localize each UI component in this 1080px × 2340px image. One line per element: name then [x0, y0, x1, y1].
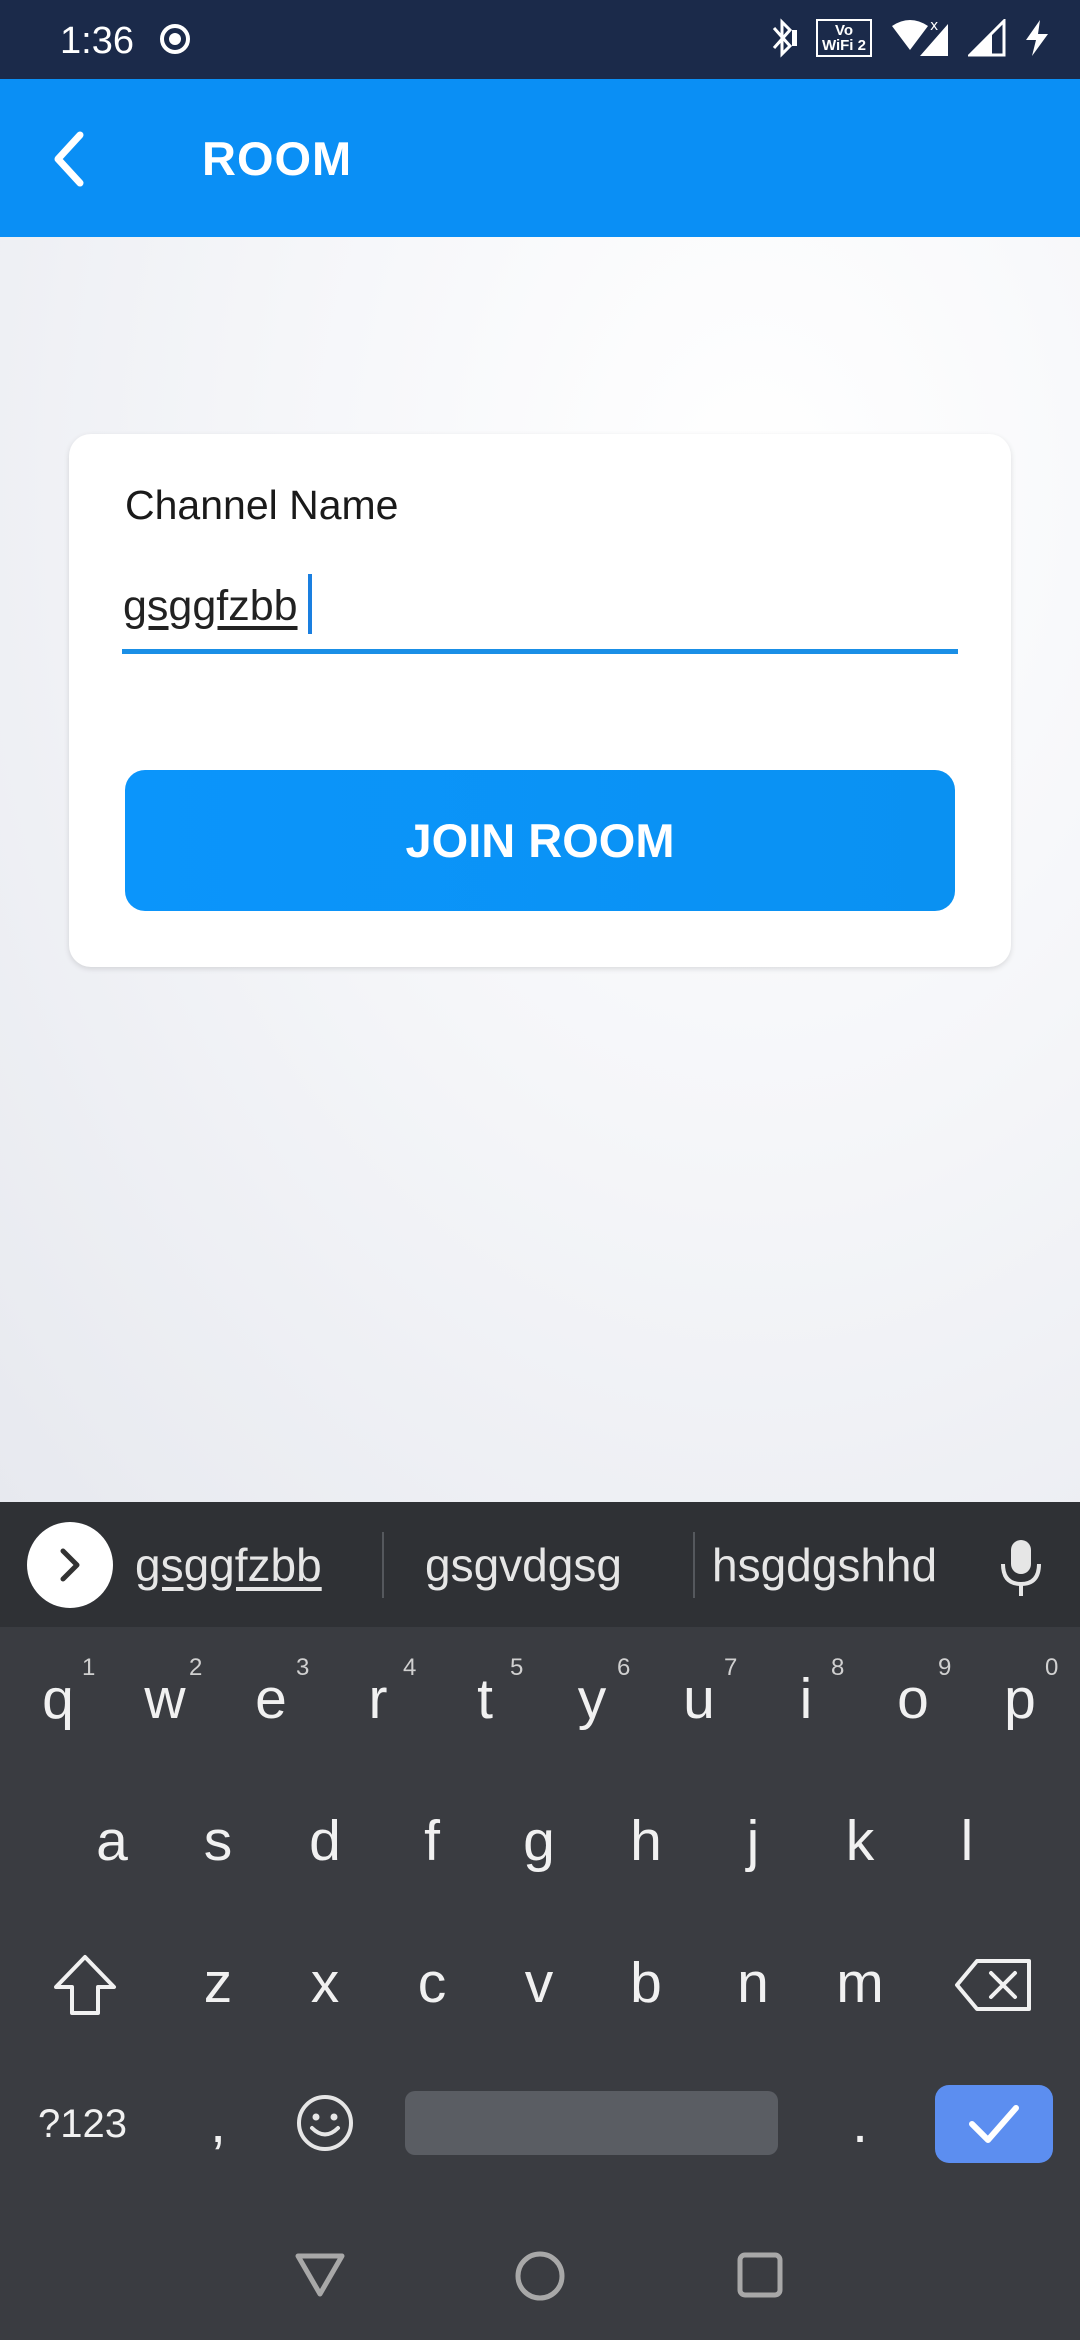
key-l[interactable]: l — [922, 1808, 1012, 1874]
enter-key[interactable] — [935, 2085, 1053, 2163]
key-b[interactable]: b — [601, 1950, 691, 2016]
key-g[interactable]: g — [494, 1808, 584, 1874]
key-hint-7: 7 — [724, 1654, 738, 1681]
key-n[interactable]: n — [708, 1950, 798, 2016]
vowifi-line1: Vo — [834, 22, 853, 39]
join-room-button[interactable]: JOIN ROOM — [125, 770, 955, 911]
backspace-icon — [955, 1959, 1031, 2011]
suggestion-bar: gsggfzbb gsgvdgsg hsgdgshhd — [0, 1502, 1080, 1627]
vowifi-icon: Vo WiFi 2 — [815, 19, 872, 57]
record-icon — [160, 24, 190, 54]
shift-key[interactable] — [40, 1950, 130, 2020]
svg-text:x: x — [930, 18, 938, 34]
text-cursor — [308, 574, 312, 634]
chevron-left-icon — [54, 131, 84, 187]
keyboard: gsggfzbb gsgvdgsg hsgdgshhd q w e r t y … — [0, 1502, 1080, 2340]
suggestion-divider — [693, 1532, 695, 1598]
key-s[interactable]: s — [173, 1808, 263, 1874]
back-button[interactable] — [30, 119, 110, 199]
nav-recents-button[interactable] — [735, 2250, 785, 2300]
charging-icon — [1024, 18, 1050, 58]
key-d[interactable]: d — [280, 1808, 370, 1874]
nav-home-button[interactable] — [514, 2250, 566, 2302]
key-h[interactable]: h — [601, 1808, 691, 1874]
shift-icon — [54, 1955, 116, 2015]
content-area: Channel Name gsggfzbb JOIN ROOM — [0, 237, 1080, 1502]
backspace-key[interactable] — [948, 1950, 1038, 2020]
key-hint-9: 9 — [938, 1654, 952, 1681]
suggestion-3[interactable]: hsgdgshhd — [712, 1538, 937, 1592]
status-time: 1:36 — [60, 20, 134, 62]
mic-icon[interactable] — [998, 1538, 1044, 1603]
app-bar: ROOM — [0, 79, 1080, 237]
key-hint-6: 6 — [617, 1654, 631, 1681]
key-hint-8: 8 — [831, 1654, 845, 1681]
check-icon — [969, 2105, 1019, 2143]
bluetooth-icon — [768, 18, 798, 58]
key-k[interactable]: k — [815, 1808, 905, 1874]
page-title: ROOM — [202, 132, 353, 185]
symbols-key[interactable]: ?123 — [38, 2102, 127, 2147]
status-icons: Vo WiFi 2 x — [768, 18, 1050, 58]
suggestion-1[interactable]: gsggfzbb — [135, 1538, 322, 1592]
key-x[interactable]: x — [280, 1950, 370, 2016]
key-hint-1: 1 — [82, 1654, 96, 1681]
suggestion-divider — [382, 1532, 384, 1598]
emoji-icon — [297, 2095, 353, 2151]
key-hint-5: 5 — [510, 1654, 524, 1681]
key-hint-0: 0 — [1045, 1654, 1059, 1681]
key-z[interactable]: z — [173, 1950, 263, 2016]
join-card: Channel Name gsggfzbb JOIN ROOM — [69, 434, 1011, 967]
emoji-key[interactable] — [290, 2088, 360, 2158]
recents-square-icon — [737, 2252, 783, 2298]
input-underline — [122, 649, 958, 654]
wifi-icon: x — [890, 18, 950, 58]
chevron-right-icon — [60, 1548, 80, 1582]
signal-icon — [968, 19, 1006, 57]
space-key[interactable] — [405, 2091, 778, 2155]
period-key[interactable]: . — [815, 2090, 905, 2156]
channel-name-input[interactable]: gsggfzbb — [123, 582, 298, 631]
key-f[interactable]: f — [387, 1808, 477, 1874]
channel-name-label: Channel Name — [125, 482, 399, 528]
key-hint-3: 3 — [296, 1654, 310, 1681]
expand-toolbar-button[interactable] — [27, 1522, 113, 1608]
key-a[interactable]: a — [67, 1808, 157, 1874]
comma-key[interactable]: , — [173, 2090, 263, 2156]
nav-back-button[interactable] — [293, 2250, 347, 2298]
key-c[interactable]: c — [387, 1950, 477, 2016]
navigation-bar — [0, 2212, 1080, 2340]
key-hint-4: 4 — [403, 1654, 417, 1681]
key-hint-2: 2 — [189, 1654, 203, 1681]
home-circle-icon — [515, 2251, 565, 2301]
status-bar: 1:36 Vo WiFi 2 x — [0, 0, 1080, 79]
back-triangle-icon — [295, 2253, 345, 2297]
key-j[interactable]: j — [708, 1808, 798, 1874]
vowifi-line2: WiFi 2 — [821, 37, 866, 54]
key-v[interactable]: v — [494, 1950, 584, 2016]
suggestion-2[interactable]: gsgvdgsg — [425, 1538, 622, 1592]
key-m[interactable]: m — [815, 1950, 905, 2016]
